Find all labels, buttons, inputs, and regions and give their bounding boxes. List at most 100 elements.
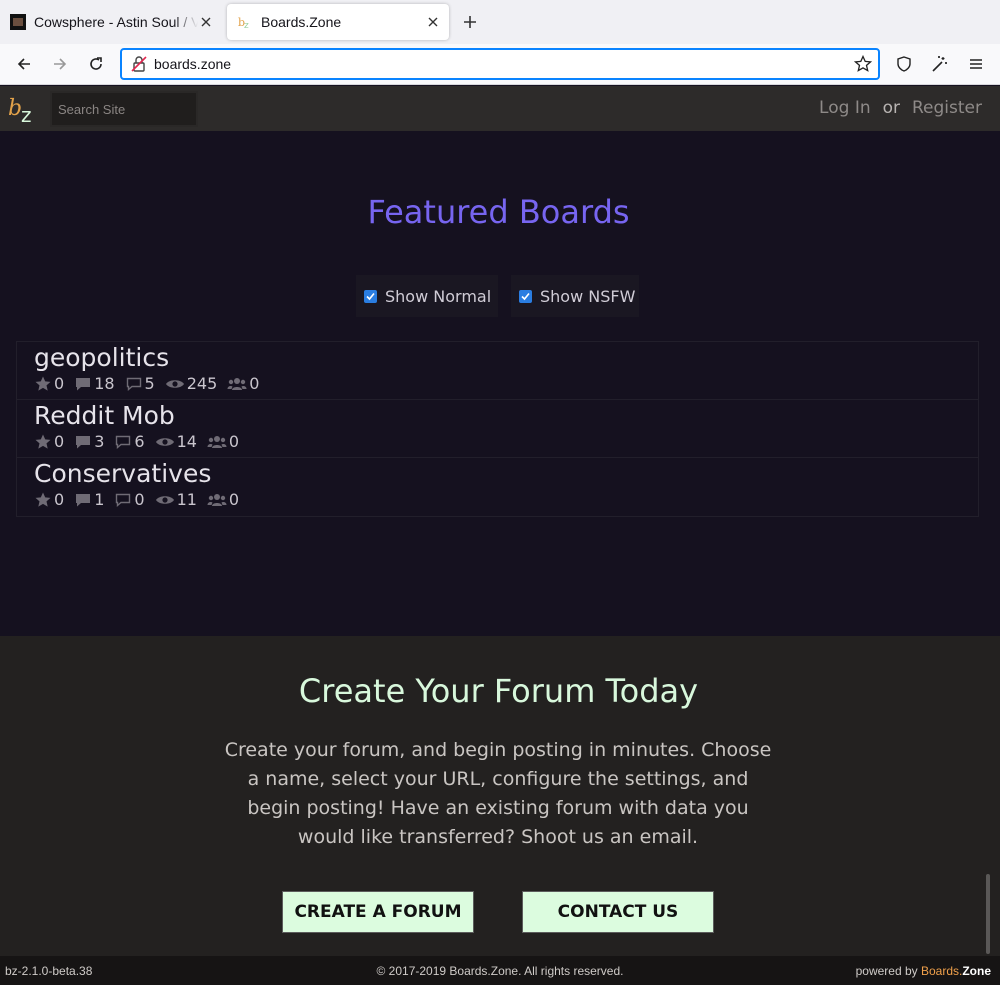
featured-section: Featured Boards Show Normal Show NSFW ge… <box>0 131 1000 636</box>
star-icon <box>35 376 51 391</box>
stars-stat: 0 <box>34 432 64 451</box>
members-count: 0 <box>228 490 240 509</box>
board-row-conservatives[interactable]: Conservatives 0 1 0 11 0 <box>17 458 978 516</box>
threads-stat: 6 <box>114 432 145 451</box>
new-tab-button[interactable] <box>456 8 484 36</box>
brand-link-part2[interactable]: Zone <box>962 964 991 978</box>
eye-icon <box>165 379 184 388</box>
auth-links: Log In or Register <box>819 98 982 118</box>
board-list: geopolitics 0 18 5 245 0 Reddit Mob 0 3 … <box>16 341 979 517</box>
eye-icon <box>155 495 174 504</box>
create-forum-description: Create your forum, and begin posting in … <box>224 739 772 848</box>
menu-button[interactable] <box>962 50 990 78</box>
board-row-reddit-mob[interactable]: Reddit Mob 0 3 6 14 0 <box>17 400 978 458</box>
views-count: 11 <box>176 490 197 509</box>
checkbox-checked-icon[interactable] <box>519 289 532 303</box>
board-stats: 0 1 0 11 0 <box>34 490 249 509</box>
checkbox-checked-icon[interactable] <box>364 289 377 303</box>
powered-by-text: powered by <box>855 964 921 978</box>
board-stats: 0 18 5 245 0 <box>34 374 269 393</box>
reload-button[interactable] <box>82 50 110 78</box>
users-icon <box>207 435 227 448</box>
boards-zone-favicon-icon: bz <box>238 16 249 30</box>
comment-outline-icon <box>116 493 131 507</box>
star-icon <box>35 492 51 507</box>
comment-filled-icon <box>76 377 91 390</box>
create-forum-button[interactable]: CREATE A FORUM <box>282 891 474 933</box>
views-count: 245 <box>186 374 218 393</box>
extensions-button[interactable] <box>926 50 954 78</box>
posts-stat: 3 <box>74 432 104 451</box>
site-header: b z Log In or Register <box>0 86 1000 131</box>
shield-button[interactable] <box>890 50 918 78</box>
stars-count: 0 <box>54 374 65 393</box>
svg-text:z: z <box>21 103 32 126</box>
close-icon[interactable] <box>198 14 214 30</box>
svg-text:b: b <box>8 96 22 121</box>
posts-stat: 18 <box>74 374 115 393</box>
tab-cowsphere[interactable]: Cowsphere - Astin Soul / Vix <box>0 4 222 40</box>
boards-zone-logo-icon[interactable]: b z <box>6 92 42 126</box>
scrollbar-thumb[interactable] <box>986 874 990 954</box>
bookmark-star-icon[interactable] <box>854 55 872 73</box>
stars-count: 0 <box>54 490 65 509</box>
comment-outline-icon <box>126 377 141 391</box>
users-icon <box>207 493 227 506</box>
site-footer: bz-2.1.0-beta.38 © 2017-2019 Boards.Zone… <box>0 956 1000 985</box>
address-bar[interactable]: boards.zone <box>120 48 880 80</box>
show-normal-filter[interactable]: Show Normal <box>356 275 498 317</box>
featured-title: Featured Boards <box>367 193 630 231</box>
arrow-right-icon <box>54 58 67 70</box>
register-link[interactable]: Register <box>912 98 982 118</box>
forward-button[interactable] <box>46 50 74 78</box>
stars-stat: 0 <box>34 490 64 509</box>
brand-link-part1[interactable]: Boards. <box>921 964 962 978</box>
tab-title: Cowsphere - Astin Soul / Vix <box>34 14 198 30</box>
posts-count: 1 <box>94 490 105 509</box>
create-forum-section: Create Your Forum Today Create your foru… <box>0 636 1000 956</box>
stars-count: 0 <box>54 432 65 451</box>
back-button[interactable] <box>10 50 38 78</box>
insecure-lock-icon <box>131 56 147 72</box>
board-stats: 0 3 6 14 0 <box>34 432 249 451</box>
contact-us-button[interactable]: CONTACT US <box>522 891 714 933</box>
comment-outline-icon <box>116 435 131 449</box>
board-row-geopolitics[interactable]: geopolitics 0 18 5 245 0 <box>17 342 978 400</box>
threads-stat: 0 <box>114 490 145 509</box>
powered-by: powered by Boards.Zone <box>856 964 991 978</box>
eye-icon <box>155 437 174 446</box>
magic-wand-icon <box>932 56 947 72</box>
views-stat: 14 <box>155 432 197 451</box>
board-name[interactable]: geopolitics <box>34 343 169 372</box>
board-name[interactable]: Conservatives <box>34 459 211 488</box>
views-stat: 11 <box>155 490 197 509</box>
views-count: 14 <box>176 432 197 451</box>
svg-text:z: z <box>244 21 249 30</box>
show-nsfw-filter[interactable]: Show NSFW <box>511 275 639 317</box>
browser-nav-bar: boards.zone <box>0 44 1000 85</box>
cowsphere-favicon-icon <box>10 14 26 30</box>
create-forum-title: Create Your Forum Today <box>298 672 699 710</box>
threads-stat: 5 <box>125 374 155 393</box>
threads-count: 6 <box>134 432 145 451</box>
or-text: or <box>882 98 900 118</box>
show-nsfw-label: Show NSFW <box>540 286 636 306</box>
members-count: 0 <box>249 374 260 393</box>
browser-tab-bar: Cowsphere - Astin Soul / Vix bz Boards.Z… <box>0 0 1000 44</box>
comment-filled-icon <box>76 435 91 448</box>
views-stat: 245 <box>165 374 218 393</box>
comment-filled-icon <box>76 493 91 506</box>
close-icon[interactable] <box>425 14 441 30</box>
members-stat: 0 <box>227 374 259 393</box>
tab-title: Boards.Zone <box>261 14 342 30</box>
threads-count: 0 <box>134 490 145 509</box>
posts-count: 3 <box>94 432 105 451</box>
threads-count: 5 <box>144 374 155 393</box>
hamburger-menu-icon <box>970 59 982 69</box>
board-name[interactable]: Reddit Mob <box>34 401 175 430</box>
arrow-left-icon <box>17 58 30 70</box>
url-text: boards.zone <box>154 56 232 72</box>
login-link[interactable]: Log In <box>819 98 871 118</box>
tab-boards-zone[interactable]: bz Boards.Zone <box>227 4 449 40</box>
search-input[interactable] <box>50 91 198 127</box>
